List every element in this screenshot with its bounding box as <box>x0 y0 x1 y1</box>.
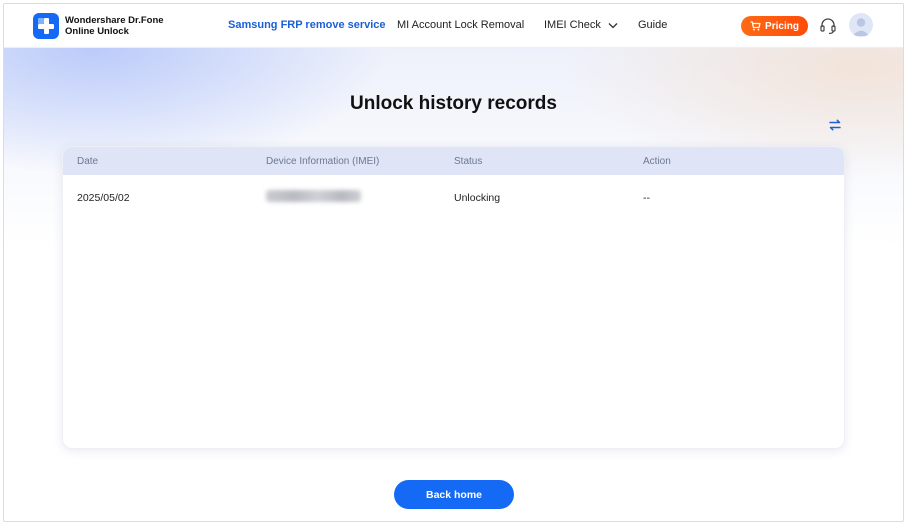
row-imei-blurred <box>266 190 361 202</box>
nav-imei-check[interactable]: IMEI Check <box>544 19 618 31</box>
nav-guide[interactable]: Guide <box>638 19 667 31</box>
brand-name-line2: Online Unlock <box>65 26 129 37</box>
row-date: 2025/05/02 <box>77 192 130 204</box>
column-header-status: Status <box>454 156 483 167</box>
row-status: Unlocking <box>454 192 501 204</box>
brand-name-line1: Wondershare Dr.Fone <box>65 15 164 26</box>
page-title: Unlock history records <box>350 93 557 114</box>
cart-icon <box>750 21 761 31</box>
pricing-label: Pricing <box>765 20 799 32</box>
drfone-logo-icon <box>33 13 59 39</box>
nav-mi-account-lock[interactable]: MI Account Lock Removal <box>397 19 524 31</box>
column-header-action: Action <box>643 156 671 167</box>
pricing-button[interactable]: Pricing <box>741 16 808 36</box>
column-header-device-info: Device Information (IMEI) <box>266 156 380 167</box>
top-navigation-bar: Wondershare Dr.Fone Online Unlock Samsun… <box>4 4 903 48</box>
history-table: Date Device Information (IMEI) Status Ac… <box>62 146 845 449</box>
nav-samsung-frp[interactable]: Samsung FRP remove service <box>228 19 386 31</box>
user-avatar-icon[interactable] <box>849 13 873 37</box>
column-header-date: Date <box>77 156 99 167</box>
brand-name: Wondershare Dr.Fone Online Unlock <box>65 15 164 37</box>
back-home-button[interactable]: Back home <box>394 480 514 509</box>
brand-logo[interactable]: Wondershare Dr.Fone Online Unlock <box>33 13 164 39</box>
refresh-icon[interactable] <box>827 117 843 133</box>
chevron-down-icon <box>608 22 618 29</box>
table-header: Date Device Information (IMEI) Status Ac… <box>63 147 844 175</box>
nav-imei-check-label: IMEI Check <box>544 19 601 31</box>
row-action: -- <box>643 192 650 204</box>
headset-icon[interactable] <box>819 17 837 35</box>
app-window: Wondershare Dr.Fone Online Unlock Samsun… <box>3 3 904 522</box>
